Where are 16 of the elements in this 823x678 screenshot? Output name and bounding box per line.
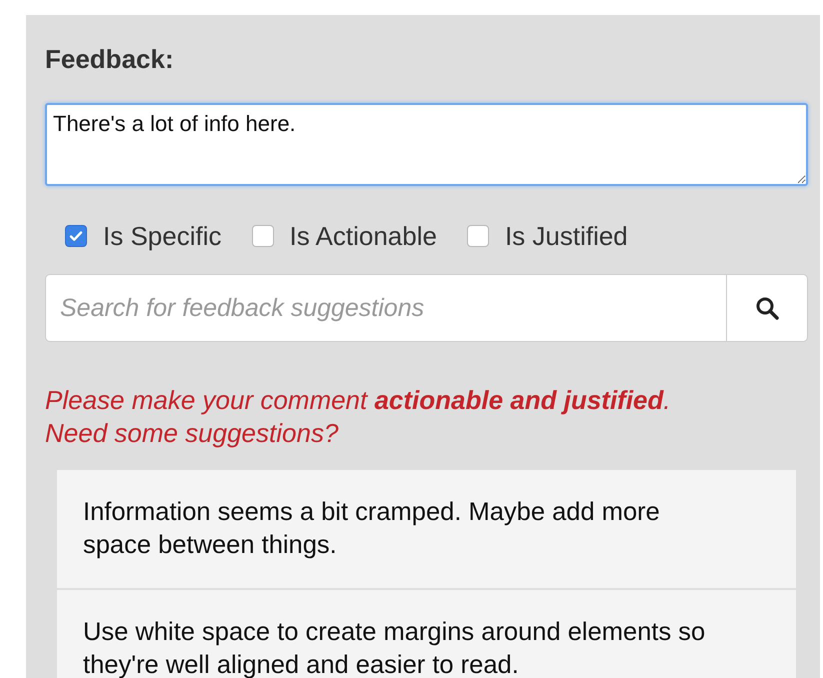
checkbox-label: Is Specific	[103, 220, 222, 252]
checkbox[interactable]	[252, 225, 274, 247]
search-button[interactable]	[726, 274, 808, 342]
search-field[interactable]: Search for feedback suggestions	[45, 274, 726, 342]
prompt-message: Please make your comment actionable and justified.	[45, 384, 671, 417]
checkbox[interactable]	[466, 225, 489, 247]
checkbox[interactable]	[65, 225, 87, 247]
search-icon	[755, 296, 779, 320]
checkbox-label: Is Actionable	[290, 220, 437, 252]
checkmark-icon	[69, 229, 83, 243]
suggestion-question: Need some suggestions?	[45, 417, 338, 450]
suggestion-item[interactable]: Use white space to create margins around elements so they're well aligned and easier to read.	[57, 590, 796, 678]
comment-field[interactable]: There's a lot of info here.	[45, 103, 808, 186]
checkbox-label: Is Justified	[504, 220, 628, 252]
feedback-heading: Feedback:	[45, 43, 175, 75]
suggestion-item[interactable]: Information seems a bit cramped. Maybe add more space between things.	[57, 470, 796, 588]
